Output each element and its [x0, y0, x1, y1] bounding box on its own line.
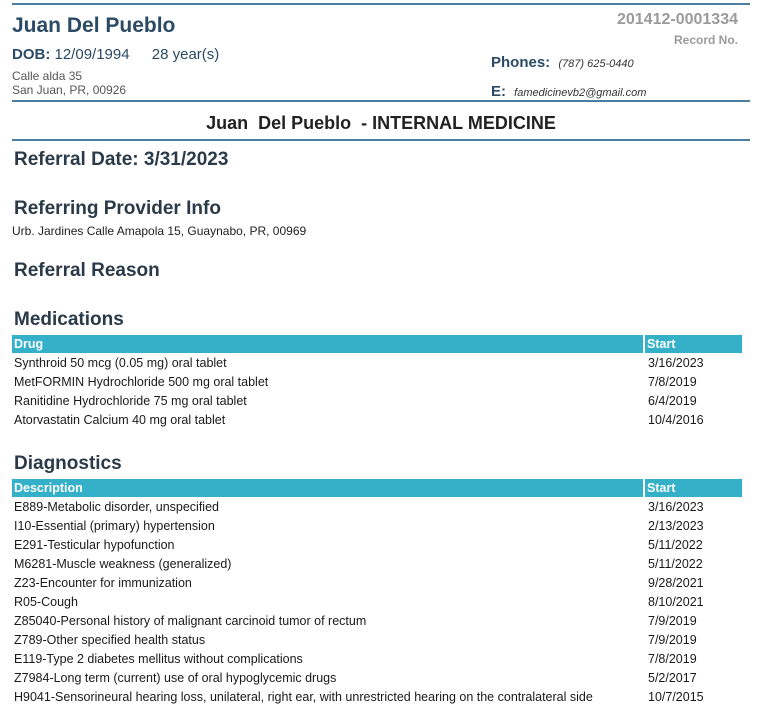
table-row: E119-Type 2 diabetes mellitus without co… [12, 649, 742, 668]
drug-cell: Atorvastatin Calcium 40 mg oral tablet [14, 412, 226, 427]
medications-heading: Medications [14, 309, 124, 330]
start-cell: 3/16/2023 [648, 499, 704, 514]
table-row: Ranitidine Hydrochloride 75 mg oral tabl… [12, 391, 742, 410]
description-column-header: Description [12, 479, 644, 497]
start-cell: 10/7/2015 [648, 689, 704, 704]
description-cell: Z789-Other specified health status [14, 632, 206, 647]
start-cell: 3/16/2023 [648, 355, 704, 370]
table-row: E889-Metabolic disorder, unspecified 3/1… [12, 497, 742, 516]
description-cell: H9041-Sensorineural hearing loss, unilat… [14, 689, 593, 704]
diagnostics-table: Description Start E889-Metabolic disorde… [12, 479, 742, 706]
start-cell: 9/28/2021 [648, 575, 704, 590]
start-cell: 6/4/2019 [648, 393, 697, 408]
diagnostics-heading: Diagnostics [14, 453, 122, 474]
start-cell: 8/10/2021 [648, 594, 704, 609]
table-row: M6281-Muscle weakness (generalized) 5/11… [12, 554, 742, 573]
table-row: I10-Essential (primary) hypertension 2/1… [12, 516, 742, 535]
start-cell: 7/8/2019 [648, 374, 697, 389]
table-row: Atorvastatin Calcium 40 mg oral tablet 1… [12, 410, 742, 429]
start-cell: 5/11/2022 [648, 556, 703, 571]
document-title: Juan Del Pueblo - INTERNAL MEDICINE [12, 102, 750, 141]
drug-cell: Synthroid 50 mcg (0.05 mg) oral tablet [14, 355, 227, 370]
email-line: E: famedicinevb2@gmail.com [491, 83, 646, 100]
start-cell: 5/2/2017 [648, 670, 697, 685]
dob-line: DOB: 12/09/1994 28 year(s) [12, 46, 219, 63]
patient-name: Juan Del Pueblo [12, 14, 176, 37]
address-line-2: San Juan, PR, 00926 [12, 83, 127, 97]
referral-date: Referral Date: 3/31/2023 [14, 149, 229, 170]
phones-line: Phones: (787) 625-0440 [491, 54, 634, 71]
start-cell: 2/13/2023 [648, 518, 704, 533]
start-column-header: Start [643, 479, 742, 497]
phones-label: Phones: [491, 54, 551, 71]
description-cell: R05-Cough [14, 594, 78, 609]
drug-cell: MetFORMIN Hydrochloride 500 mg oral tabl… [14, 374, 269, 389]
medications-table: Drug Start Synthroid 50 mcg (0.05 mg) or… [12, 335, 742, 429]
start-cell: 10/4/2016 [648, 412, 704, 427]
dob-label: DOB: [12, 46, 51, 63]
table-row: Z23-Encounter for immunization 9/28/2021 [12, 573, 742, 592]
drug-column-header: Drug [12, 335, 644, 353]
start-cell: 7/9/2019 [648, 632, 697, 647]
table-row: H9041-Sensorineural hearing loss, unilat… [12, 687, 742, 706]
table-row: R05-Cough 8/10/2021 [12, 592, 742, 611]
age-value: 28 year(s) [151, 46, 220, 63]
start-cell: 5/11/2022 [648, 537, 703, 552]
dob-value: 12/09/1994 [54, 46, 130, 63]
referring-provider-address: Urb. Jardines Calle Amapola 15, Guaynabo… [12, 224, 307, 238]
address-line-1: Calle alda 35 [12, 69, 83, 83]
medications-header-row: Drug Start [12, 335, 742, 353]
description-cell: M6281-Muscle weakness (generalized) [14, 556, 232, 571]
start-column-header: Start [643, 335, 742, 353]
description-cell: E291-Testicular hypofunction [14, 537, 175, 552]
table-row: Synthroid 50 mcg (0.05 mg) oral tablet 3… [12, 353, 742, 372]
description-cell: E119-Type 2 diabetes mellitus without co… [14, 651, 303, 666]
table-row: Z789-Other specified health status 7/9/2… [12, 630, 742, 649]
record-number: 201412-0001334 [616, 11, 738, 28]
phone-value: (787) 625-0440 [558, 58, 634, 70]
description-cell: E889-Metabolic disorder, unspecified [14, 499, 219, 514]
description-cell: I10-Essential (primary) hypertension [14, 518, 215, 533]
diagnostics-header-row: Description Start [12, 479, 742, 497]
patient-header: Juan Del Pueblo DOB: 12/09/1994 28 year(… [12, 3, 750, 102]
description-cell: Z7984-Long term (current) use of oral hy… [14, 670, 337, 685]
table-row: Z85040-Personal history of malignant car… [12, 611, 742, 630]
table-row: E291-Testicular hypofunction 5/11/2022 [12, 535, 742, 554]
drug-cell: Ranitidine Hydrochloride 75 mg oral tabl… [14, 393, 247, 408]
referral-reason-heading: Referral Reason [14, 260, 160, 281]
description-cell: Z23-Encounter for immunization [14, 575, 192, 590]
description-cell: Z85040-Personal history of malignant car… [14, 613, 367, 628]
start-cell: 7/9/2019 [648, 613, 697, 628]
record-label: Record No. [673, 33, 738, 47]
referring-provider-heading: Referring Provider Info [14, 198, 221, 219]
email-value: famedicinevb2@gmail.com [514, 87, 647, 99]
start-cell: 7/8/2019 [648, 651, 697, 666]
table-row: MetFORMIN Hydrochloride 500 mg oral tabl… [12, 372, 742, 391]
email-label: E: [491, 83, 506, 100]
table-row: Z7984-Long term (current) use of oral hy… [12, 668, 742, 687]
